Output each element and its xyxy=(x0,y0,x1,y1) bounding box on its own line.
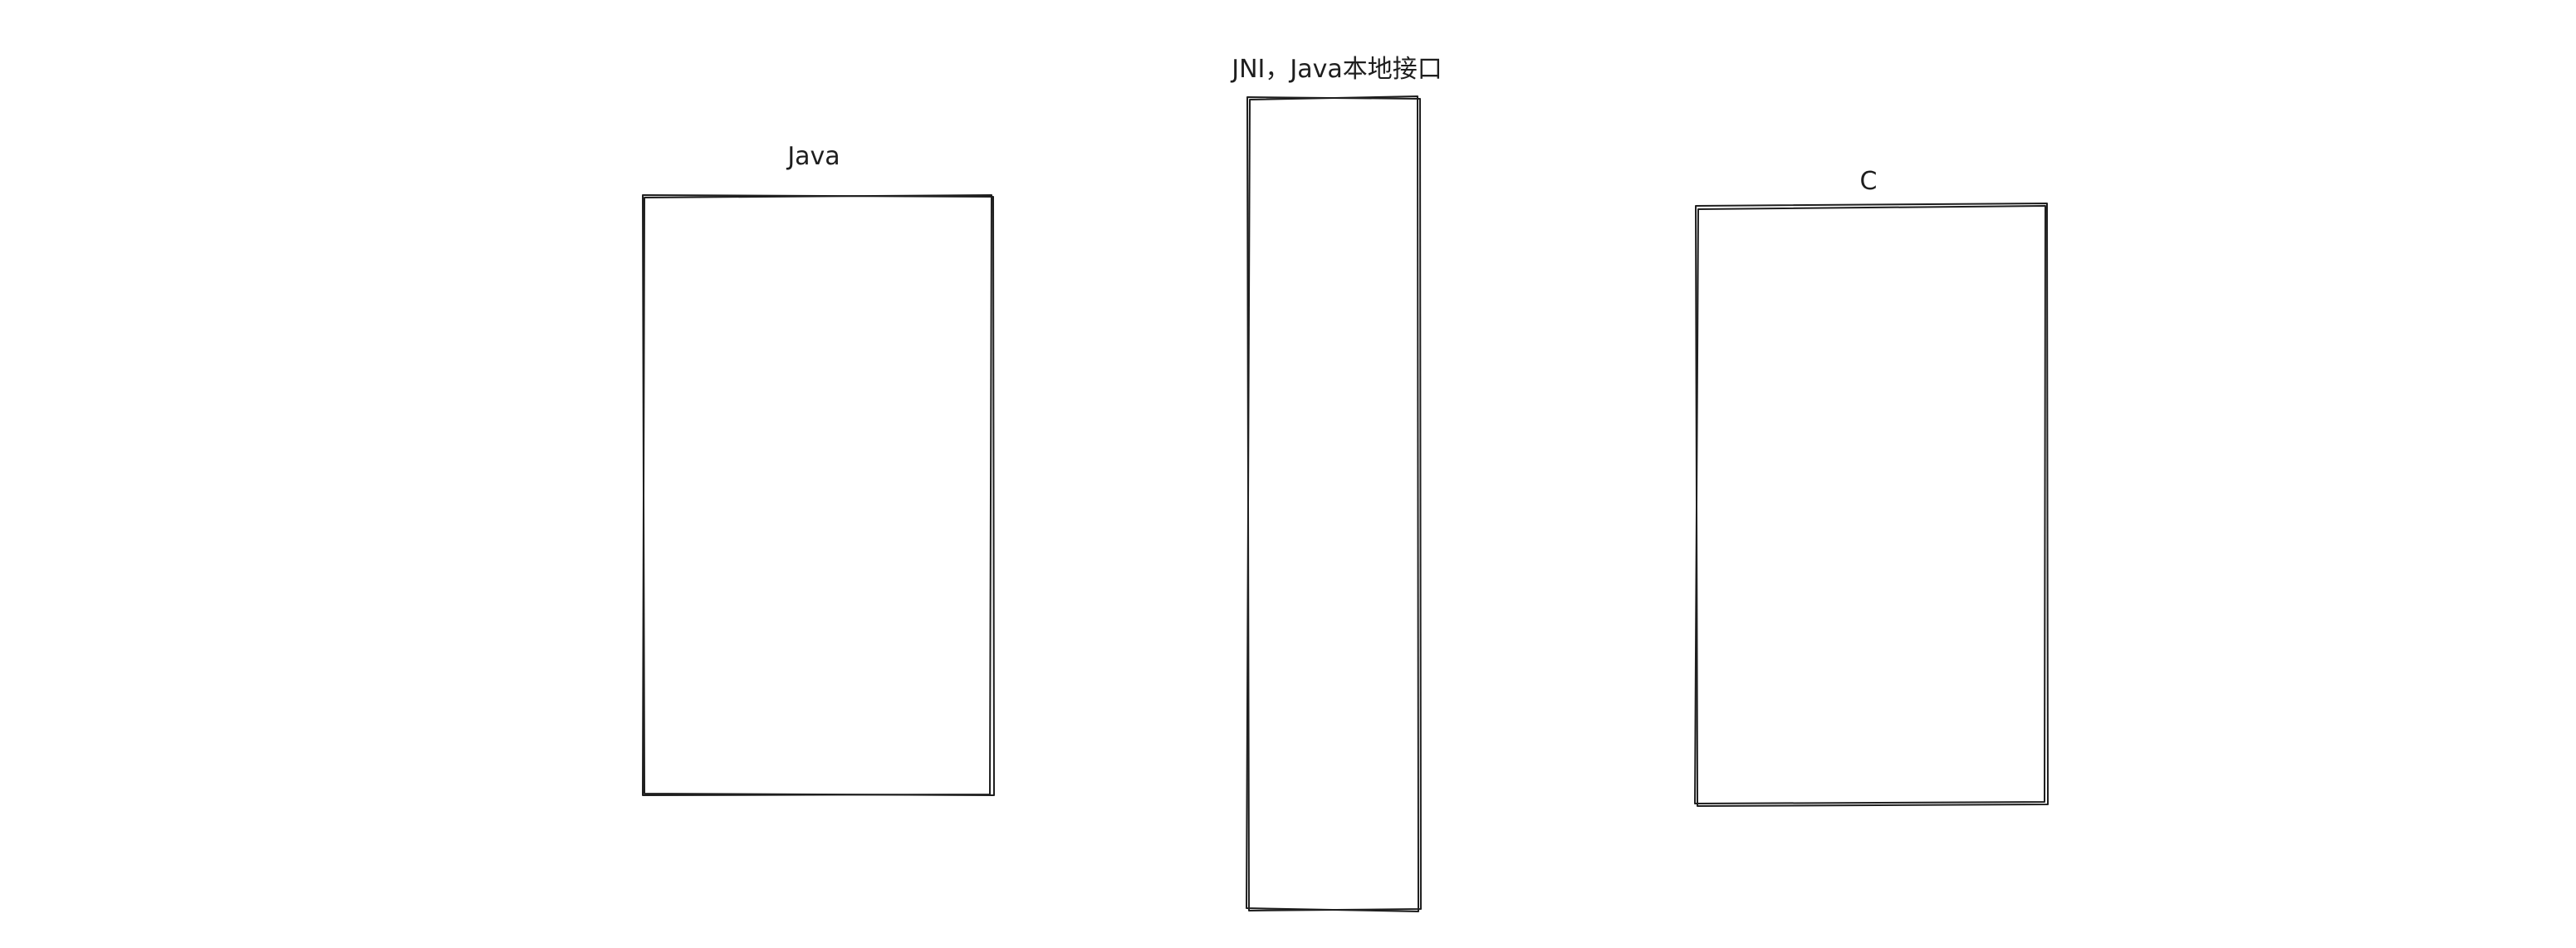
jni-block[interactable]: JNI，Java本地接口 xyxy=(1230,55,1442,912)
java-label: Java xyxy=(786,142,840,171)
jni-box-outline xyxy=(1246,96,1422,911)
jni-label: JNI，Java本地接口 xyxy=(1230,55,1442,84)
c-box-outline-overstroke xyxy=(1694,205,2046,804)
java-box-outline xyxy=(642,194,995,796)
java-block[interactable]: Java xyxy=(642,142,995,796)
diagram-canvas: Java JNI，Java本地接口 C xyxy=(642,55,2049,912)
c-label: C xyxy=(1860,167,1878,196)
c-box-outline xyxy=(1695,203,2049,807)
java-box-outline-overstroke xyxy=(642,194,992,796)
jni-box-outline-overstroke xyxy=(1246,95,1419,912)
c-block[interactable]: C xyxy=(1694,167,2049,807)
